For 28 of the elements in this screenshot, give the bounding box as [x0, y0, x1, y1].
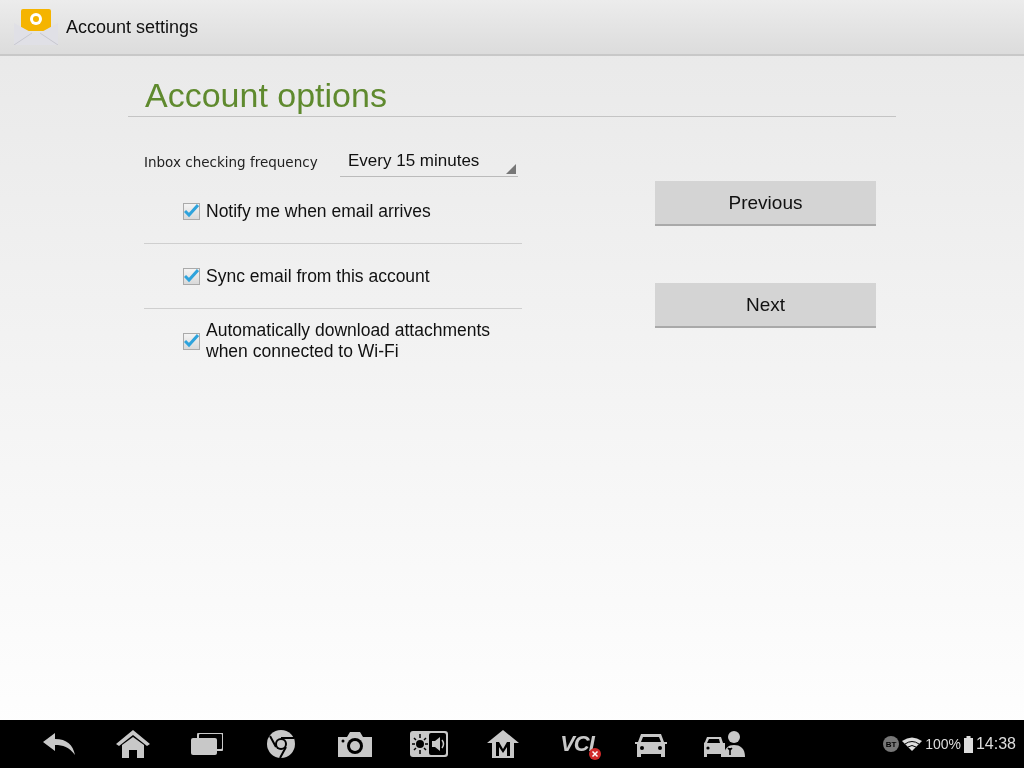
screen-title: Account settings — [66, 16, 199, 38]
recents-icon[interactable] — [191, 733, 223, 755]
option-label: Notify me when email arrives — [206, 200, 432, 222]
battery-percent: 100% — [925, 736, 961, 752]
previous-button[interactable]: Previous — [655, 181, 876, 226]
home-icon[interactable] — [116, 730, 150, 758]
option-label: Automatically download attachments when connected to Wi-Fi — [206, 320, 492, 362]
section-title: Account options — [128, 56, 896, 117]
battery-icon — [963, 735, 973, 753]
browser-icon[interactable] — [266, 729, 296, 759]
vci-label[interactable]: VCI — [560, 731, 594, 756]
option-label: Sync email from this account — [206, 265, 431, 287]
clock: 14:38 — [975, 735, 1016, 753]
back-icon[interactable] — [43, 733, 75, 755]
bluetooth-indicator: BT — [883, 736, 900, 752]
dropdown-corner-icon — [506, 164, 516, 174]
m-house-icon[interactable] — [487, 730, 519, 758]
frequency-label: Inbox checking frequency — [144, 154, 319, 170]
wifi-icon — [902, 737, 923, 751]
checkbox[interactable] — [183, 332, 200, 350]
brightness-volume-icon[interactable] — [410, 731, 448, 757]
car-technician-icon[interactable] — [704, 731, 746, 757]
checkbox[interactable] — [183, 267, 200, 285]
camera-icon[interactable] — [338, 731, 372, 757]
car-icon[interactable] — [635, 731, 667, 757]
checkbox[interactable] — [183, 202, 200, 220]
next-button[interactable]: Next — [655, 283, 876, 328]
frequency-dropdown[interactable]: Every 15 minutes — [340, 147, 518, 177]
